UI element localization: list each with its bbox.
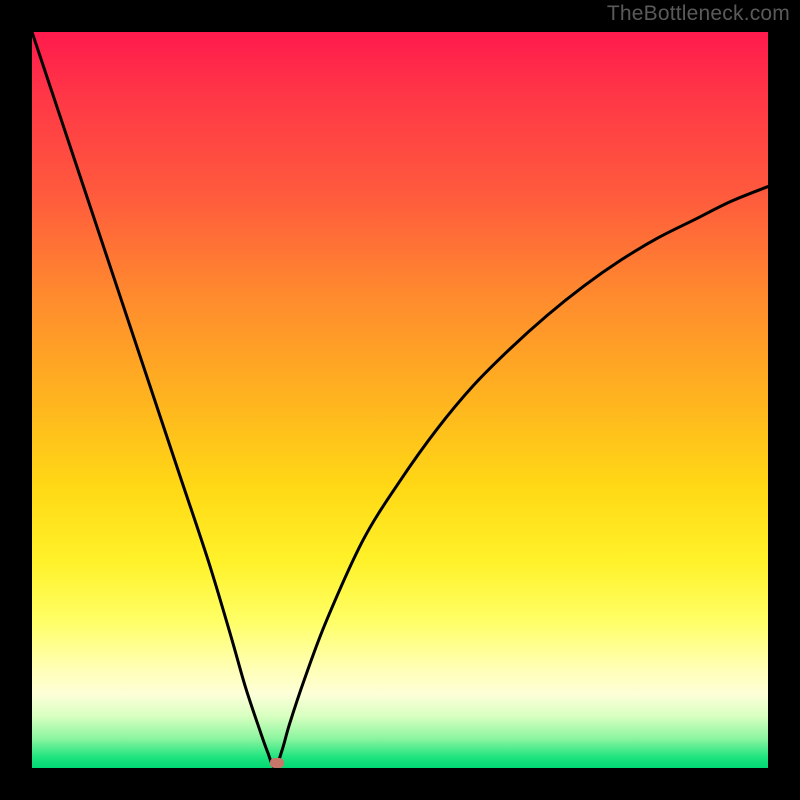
optimal-point-marker bbox=[270, 758, 284, 768]
bottleneck-curve bbox=[32, 32, 768, 768]
watermark-text: TheBottleneck.com bbox=[607, 2, 790, 26]
plot-area bbox=[32, 32, 768, 768]
chart-frame: TheBottleneck.com bbox=[0, 0, 800, 800]
